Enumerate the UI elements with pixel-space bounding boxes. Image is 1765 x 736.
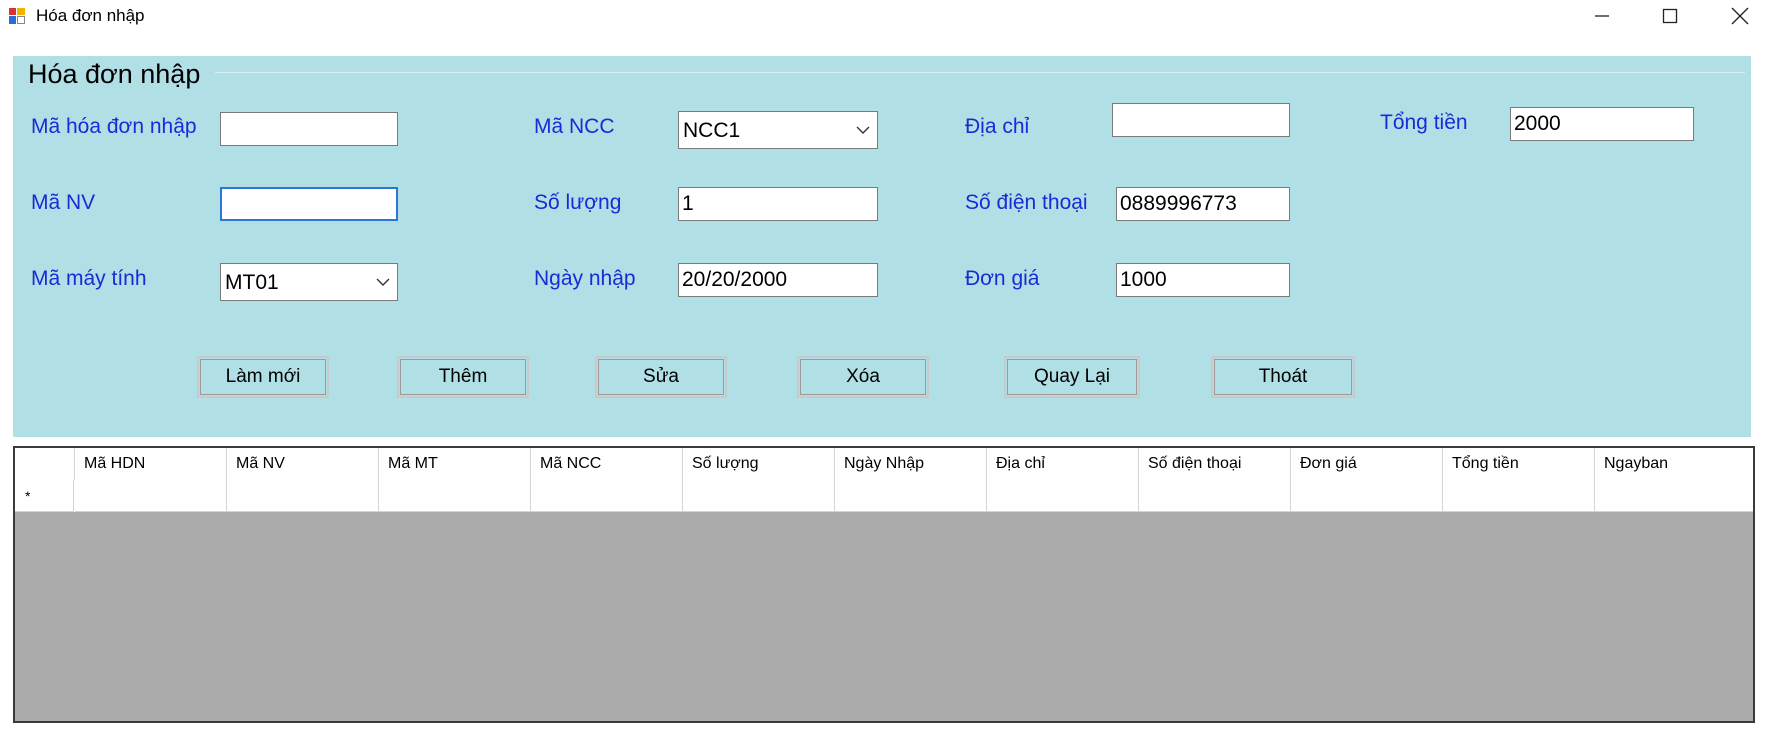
column-header-ma-mt[interactable]: Mã MT — [379, 448, 531, 480]
column-header-so-luong[interactable]: Số lượng — [683, 448, 835, 480]
column-header-don-gia[interactable]: Đơn giá — [1291, 448, 1443, 480]
ma-may-tinh-value: MT01 — [225, 271, 279, 294]
label-ma-may-tinh: Mã máy tính — [31, 267, 147, 290]
window-title: Hóa đơn nhập — [36, 6, 145, 25]
title-bar: Hóa đơn nhập — [0, 0, 1765, 32]
thoat-button[interactable]: Thoát — [1211, 356, 1355, 398]
quay-lai-button[interactable]: Quay Lại — [1004, 356, 1140, 398]
minimize-button[interactable] — [1572, 0, 1632, 32]
column-header-ma-ncc[interactable]: Mã NCC — [531, 448, 683, 480]
groupbox-border — [215, 72, 1745, 73]
label-so-dien-thoai: Số điện thoại — [965, 191, 1088, 214]
maximize-icon — [1662, 8, 1678, 24]
label-ma-nv: Mã NV — [31, 191, 96, 214]
column-header-ngay-nhap[interactable]: Ngày Nhập — [835, 448, 987, 480]
app-icon — [9, 8, 25, 24]
xoa-button[interactable]: Xóa — [797, 356, 929, 398]
them-button[interactable]: Thêm — [397, 356, 529, 398]
grid-cell[interactable] — [75, 480, 227, 512]
so-dien-thoai-input[interactable] — [1116, 187, 1290, 221]
column-header-dia-chi[interactable]: Địa chỉ — [987, 448, 1139, 480]
label-don-gia: Đơn giá — [965, 267, 1040, 290]
grid-cell[interactable] — [987, 480, 1139, 512]
ma-nv-input[interactable] — [220, 187, 398, 221]
chevron-down-icon — [856, 126, 870, 134]
close-button[interactable] — [1710, 0, 1765, 32]
grid-cell[interactable] — [1595, 480, 1753, 512]
label-ngay-nhap: Ngày nhập — [534, 267, 636, 290]
ma-hdn-input[interactable] — [220, 112, 398, 146]
column-header-tong-tien[interactable]: Tổng tiền — [1443, 448, 1595, 480]
lam-moi-button[interactable]: Làm mới — [197, 356, 329, 398]
ma-may-tinh-combobox[interactable]: MT01 — [220, 263, 398, 301]
grid-cell[interactable] — [1139, 480, 1291, 512]
grid-cell[interactable] — [835, 480, 987, 512]
so-luong-input[interactable] — [678, 187, 878, 221]
groupbox-title: Hóa đơn nhập — [28, 59, 201, 89]
invoice-datagrid[interactable]: Mã HDN Mã NV Mã MT Mã NCC Số lượng Ngày … — [13, 446, 1755, 723]
table-row[interactable]: * — [15, 480, 1753, 512]
header-corner[interactable] — [15, 448, 75, 480]
close-icon — [1731, 7, 1749, 25]
chevron-down-icon — [376, 278, 390, 286]
column-header-ma-nv[interactable]: Mã NV — [227, 448, 379, 480]
dia-chi-input[interactable] — [1112, 103, 1290, 137]
grid-header: Mã HDN Mã NV Mã MT Mã NCC Số lượng Ngày … — [15, 448, 1753, 481]
invoice-groupbox: Hóa đơn nhập Mã hóa đơn nhập Mã NCC NCC1… — [13, 56, 1751, 437]
new-row-marker[interactable]: * — [15, 480, 74, 512]
grid-cell[interactable] — [379, 480, 531, 512]
column-header-so-dien-thoai[interactable]: Số điện thoại — [1139, 448, 1291, 480]
grid-cell[interactable] — [531, 480, 683, 512]
sua-button[interactable]: Sửa — [595, 356, 727, 398]
don-gia-input[interactable] — [1116, 263, 1290, 297]
ma-ncc-value: NCC1 — [683, 119, 741, 142]
label-ma-ncc: Mã NCC — [534, 115, 615, 138]
label-tong-tien: Tổng tiền — [1380, 111, 1468, 134]
grid-cell[interactable] — [1443, 480, 1595, 512]
label-dia-chi: Địa chỉ — [965, 115, 1030, 138]
tong-tien-input[interactable] — [1510, 107, 1694, 141]
minimize-icon — [1595, 15, 1609, 17]
column-header-ngayban[interactable]: Ngayban — [1595, 448, 1753, 480]
label-ma-hdn: Mã hóa đơn nhập — [31, 115, 197, 138]
grid-cell[interactable] — [683, 480, 835, 512]
column-header-ma-hdn[interactable]: Mã HDN — [75, 448, 227, 480]
label-so-luong: Số lượng — [534, 191, 622, 214]
ma-ncc-combobox[interactable]: NCC1 — [678, 111, 878, 149]
maximize-button[interactable] — [1640, 0, 1700, 32]
grid-cell[interactable] — [1291, 480, 1443, 512]
grid-cell[interactable] — [227, 480, 379, 512]
ngay-nhap-input[interactable] — [678, 263, 878, 297]
